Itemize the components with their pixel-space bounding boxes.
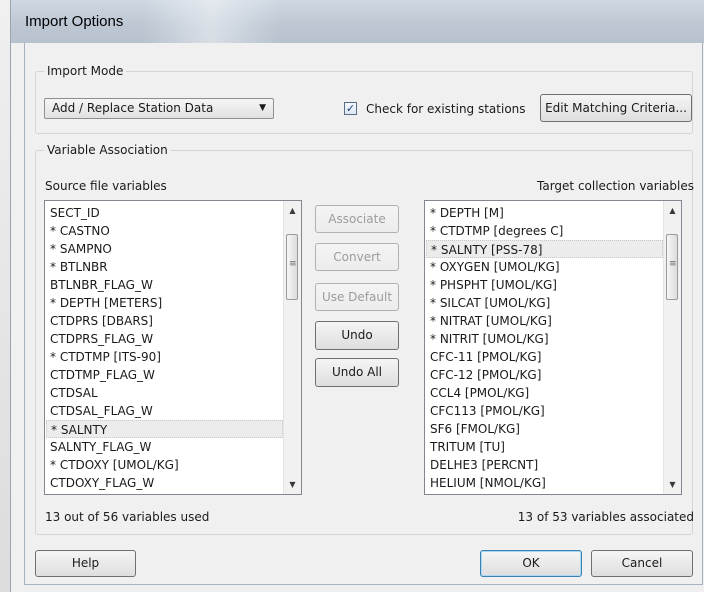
source-variable-item[interactable]: CTDPRS_FLAG_W (46, 330, 283, 348)
source-variables-rows: SECT_ID * CASTNO * SAMPNO * BTLNBR BTLNBR_FL… (46, 204, 283, 492)
target-variables-header: Target collection variables (537, 179, 694, 193)
target-variables-list[interactable]: * DEPTH [M] * CTDTMP [degrees C] * SALNTY … (424, 200, 682, 495)
dropdown-arrow-icon: ▼ (259, 103, 266, 113)
scroll-thumb[interactable]: ≡ (666, 234, 678, 300)
target-variable-item[interactable]: CFC-12 [PMOL/KG] (426, 366, 663, 384)
target-variables-rows: * DEPTH [M] * CTDTMP [degrees C] * SALNTY … (426, 204, 663, 492)
ok-button[interactable]: OK (480, 550, 582, 577)
scroll-thumb[interactable]: ≡ (286, 234, 298, 300)
source-variable-item[interactable]: CTDSAL_FLAG_W (46, 402, 283, 420)
variable-association-legend: Variable Association (47, 143, 168, 157)
import-mode-select[interactable]: Add / Replace Station Data ▼ (44, 98, 274, 119)
undo-button[interactable]: Undo (315, 321, 399, 350)
source-variable-item[interactable]: * CTDOXY [UMOL/KG] (46, 456, 283, 474)
check-existing-checkbox[interactable]: ✓ (344, 102, 357, 115)
target-variable-item[interactable]: * CTDTMP [degrees C] (426, 222, 663, 240)
edit-matching-criteria-button[interactable]: Edit Matching Criteria... (540, 94, 692, 122)
source-variable-item[interactable]: * SAMPNO (46, 240, 283, 258)
source-variable-item[interactable]: SALNTY_FLAG_W (46, 438, 283, 456)
source-variable-item[interactable]: CTDOXY_FLAG_W (46, 474, 283, 492)
convert-button[interactable]: Convert (315, 243, 399, 271)
undo-all-button[interactable]: Undo All (315, 358, 399, 387)
source-variable-item[interactable]: * DEPTH [METERS] (46, 294, 283, 312)
source-variable-item[interactable]: * SALNTY (46, 420, 283, 438)
target-variable-item[interactable]: * NITRIT [UMOL/KG] (426, 330, 663, 348)
target-status: 13 of 53 variables associated (517, 510, 694, 524)
target-variable-item[interactable]: * PHSPHT [UMOL/KG] (426, 276, 663, 294)
title-glass-highlight (141, 0, 281, 43)
grip-icon: ≡ (669, 259, 677, 269)
scroll-up-icon[interactable]: ▲ (284, 202, 301, 219)
source-variable-item[interactable]: * CASTNO (46, 222, 283, 240)
source-variable-item[interactable]: * CTDTMP [ITS-90] (46, 348, 283, 366)
target-variable-item[interactable]: SF6 [FMOL/KG] (426, 420, 663, 438)
import-mode-value: Add / Replace Station Data (52, 101, 214, 115)
source-variables-list[interactable]: SECT_ID * CASTNO * SAMPNO * BTLNBR BTLNBR_FL… (44, 200, 302, 495)
background-window-edge (0, 0, 10, 592)
import-options-dialog: Import Options Import Mode Add / Replace… (10, 0, 704, 592)
associate-button[interactable]: Associate (315, 205, 399, 233)
title-bar[interactable]: Import Options (11, 0, 704, 43)
scroll-down-icon[interactable]: ▼ (664, 476, 681, 493)
check-existing-label: Check for existing stations (366, 102, 526, 116)
target-variable-item[interactable]: * SILCAT [UMOL/KG] (426, 294, 663, 312)
target-variable-item[interactable]: CFC113 [PMOL/KG] (426, 402, 663, 420)
target-scrollbar[interactable]: ▲ ≡ ▼ (663, 201, 681, 494)
help-button[interactable]: Help (35, 550, 136, 577)
source-variable-item[interactable]: BTLNBR_FLAG_W (46, 276, 283, 294)
source-variable-item[interactable]: SECT_ID (46, 204, 283, 222)
source-scrollbar[interactable]: ▲ ≡ ▼ (283, 201, 301, 494)
source-variable-item[interactable]: CTDSAL (46, 384, 283, 402)
cancel-button[interactable]: Cancel (591, 550, 693, 577)
grip-icon: ≡ (289, 259, 297, 269)
target-variable-item[interactable]: HELIUM [NMOL/KG] (426, 474, 663, 492)
target-variable-item[interactable]: CFC-11 [PMOL/KG] (426, 348, 663, 366)
dialog-title: Import Options (25, 13, 124, 30)
source-variable-item[interactable]: CTDTMP_FLAG_W (46, 366, 283, 384)
use-default-button[interactable]: Use Default (315, 283, 399, 311)
scroll-down-icon[interactable]: ▼ (284, 476, 301, 493)
target-variable-item[interactable]: TRITUM [TU] (426, 438, 663, 456)
source-variable-item[interactable]: * BTLNBR (46, 258, 283, 276)
target-variable-item[interactable]: CCL4 [PMOL/KG] (426, 384, 663, 402)
target-variable-item[interactable]: * NITRAT [UMOL/KG] (426, 312, 663, 330)
source-status: 13 out of 56 variables used (45, 510, 210, 524)
source-variables-header: Source file variables (45, 179, 167, 193)
source-variable-item[interactable]: CTDPRS [DBARS] (46, 312, 283, 330)
dialog-body: Import Mode Add / Replace Station Data ▼… (24, 43, 703, 585)
target-variable-item[interactable]: * DEPTH [M] (426, 204, 663, 222)
target-variable-item[interactable]: DELHE3 [PERCNT] (426, 456, 663, 474)
target-variable-item[interactable]: * OXYGEN [UMOL/KG] (426, 258, 663, 276)
import-mode-legend: Import Mode (47, 64, 124, 78)
target-variable-item[interactable]: * SALNTY [PSS-78] (426, 240, 663, 258)
scroll-up-icon[interactable]: ▲ (664, 202, 681, 219)
